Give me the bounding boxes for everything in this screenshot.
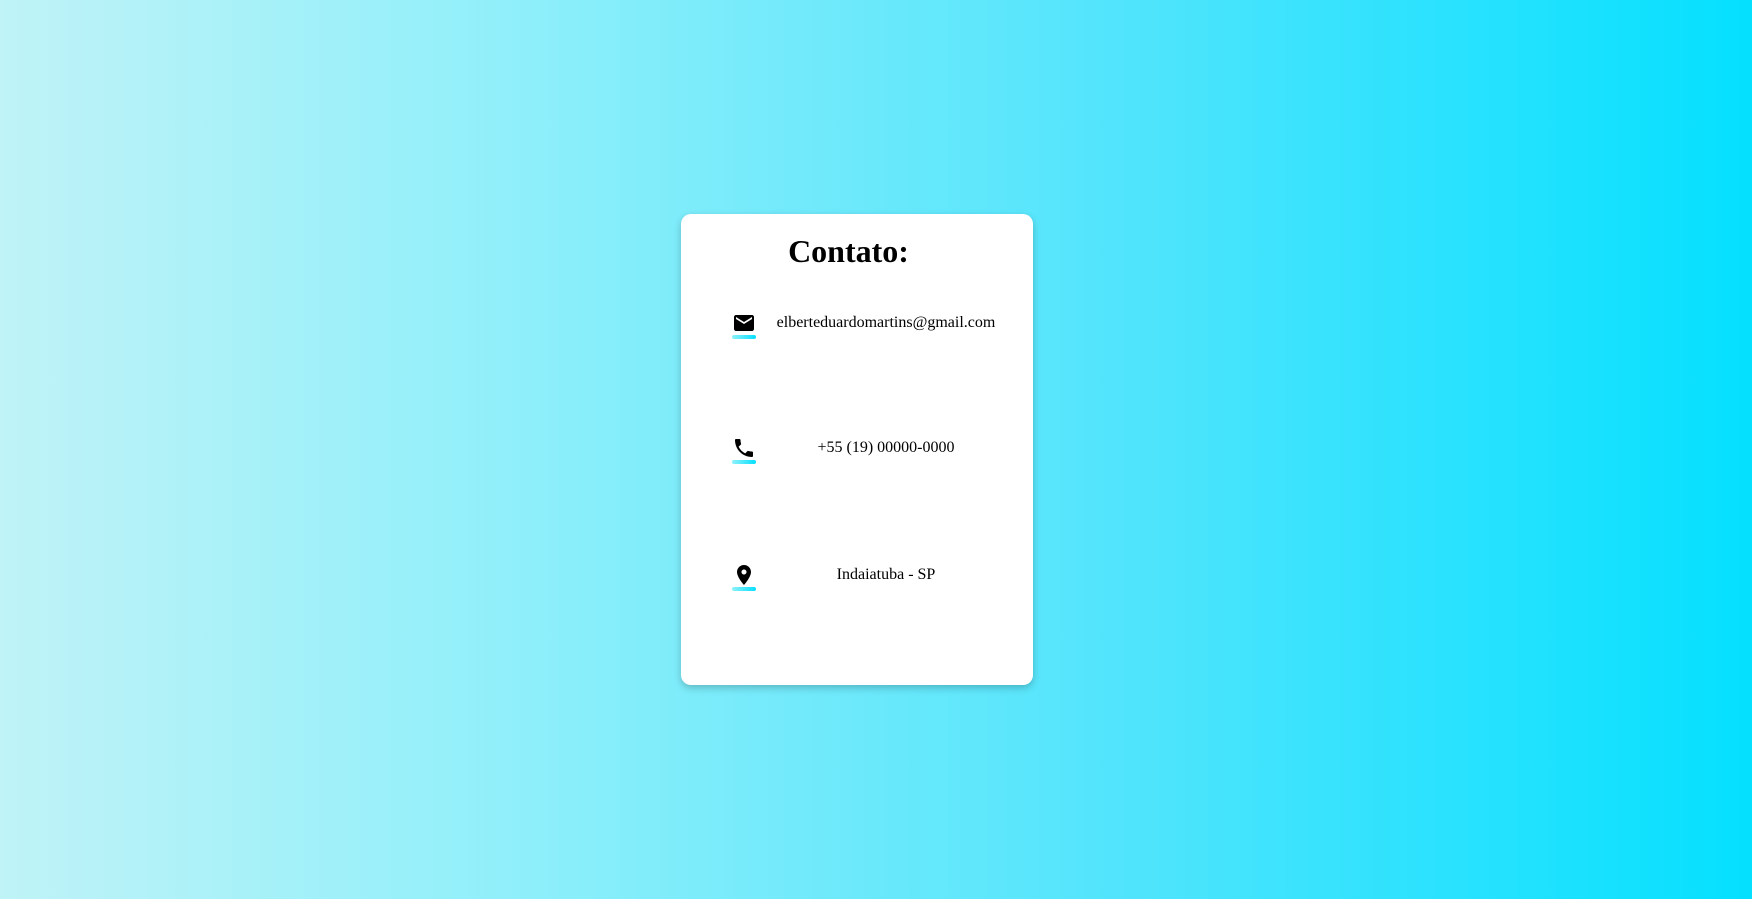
contact-row-email: elberteduardomartins@gmail.com: [731, 311, 1011, 341]
email-text[interactable]: elberteduardomartins@gmail.com: [761, 314, 1011, 332]
card-title: Contato:: [788, 233, 909, 269]
icon-underline: [732, 335, 756, 339]
icon-underline: [732, 587, 756, 591]
email-icon: [731, 311, 756, 341]
location-text: Indaiatuba - SP: [836, 566, 936, 583]
location-pin-icon: [731, 563, 756, 593]
phone-text[interactable]: +55 (19) 00000-0000: [761, 439, 1011, 457]
contact-row-phone: +55 (19) 00000-0000: [731, 436, 1011, 466]
icon-underline: [732, 460, 756, 464]
contact-card: Contato: elberteduardomartins@gmail.com …: [681, 214, 1033, 685]
phone-icon: [731, 436, 756, 466]
contact-row-location: Indaiatuba - SP: [731, 563, 1011, 593]
